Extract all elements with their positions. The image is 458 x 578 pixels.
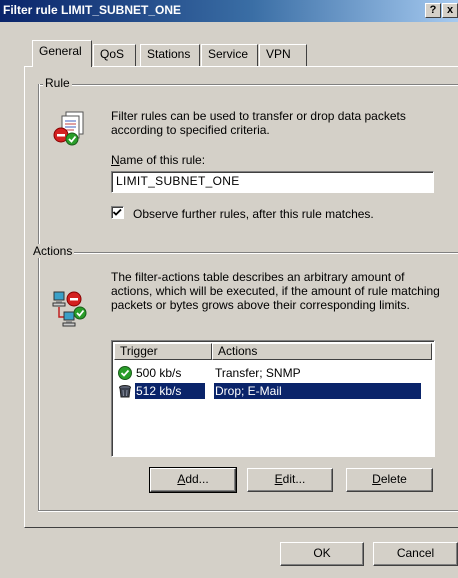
rule-description: Filter rules can be used to transfer or … xyxy=(111,109,406,137)
checkmark-icon xyxy=(112,208,122,216)
window-title: Filter rule LIMIT_SUBNET_ONE xyxy=(3,3,182,17)
tab-vpn[interactable]: VPN xyxy=(259,44,307,66)
title-bar[interactable]: Filter rule LIMIT_SUBNET_ONE ? x xyxy=(0,0,458,22)
trigger-cell: 512 kb/s xyxy=(135,383,205,399)
column-header-trigger[interactable]: Trigger xyxy=(114,343,212,360)
actions-cell: Transfer; SNMP xyxy=(215,366,301,380)
rule-group-label: Rule xyxy=(43,76,72,90)
edit-button[interactable]: Edit... xyxy=(247,468,333,492)
actions-cell: Drop; E-Mail xyxy=(214,383,421,399)
trash-bin-icon xyxy=(119,385,131,398)
actions-group-frame-bottom xyxy=(38,510,458,512)
cancel-button[interactable]: Cancel xyxy=(373,542,458,566)
actions-group-frame-left xyxy=(38,252,40,512)
tab-qos[interactable]: QoS xyxy=(93,44,136,66)
rule-group-frame-left xyxy=(38,84,40,254)
observe-rules-checkbox[interactable] xyxy=(111,206,124,219)
delete-button[interactable]: Delete xyxy=(346,468,433,492)
filter-rule-dialog: Filter rule LIMIT_SUBNET_ONE ? x General… xyxy=(0,0,458,578)
actions-table[interactable]: Trigger Actions 500 kb/s Transfer; SNMP … xyxy=(111,340,435,457)
rule-group-frame-top xyxy=(38,84,458,86)
table-row[interactable]: 512 kb/s Drop; E-Mail xyxy=(118,383,428,400)
actions-description: The filter-actions table describes an ar… xyxy=(111,270,440,312)
tab-general[interactable]: General xyxy=(32,40,92,67)
column-header-actions[interactable]: Actions xyxy=(212,343,432,360)
network-actions-icon xyxy=(52,291,87,327)
rule-name-label: Name of this rule: xyxy=(111,153,206,167)
ok-button[interactable]: OK xyxy=(280,542,364,566)
tab-stations[interactable]: Stations xyxy=(140,44,200,66)
trigger-cell: 500 kb/s xyxy=(136,366,182,380)
close-button[interactable]: x xyxy=(442,3,458,18)
actions-group-label: Actions xyxy=(31,244,75,258)
help-button[interactable]: ? xyxy=(425,3,441,18)
observe-rules-label[interactable]: Observe further rules, after this rule m… xyxy=(133,207,374,221)
add-button[interactable]: Add... xyxy=(149,467,237,493)
table-row[interactable]: 500 kb/s Transfer; SNMP xyxy=(118,365,428,382)
filter-document-icon xyxy=(53,111,84,146)
actions-group-frame-top xyxy=(38,252,458,254)
rule-name-field[interactable]: LIMIT_SUBNET_ONE xyxy=(111,171,434,193)
green-check-icon xyxy=(118,366,132,380)
tab-service[interactable]: Service xyxy=(201,44,258,66)
